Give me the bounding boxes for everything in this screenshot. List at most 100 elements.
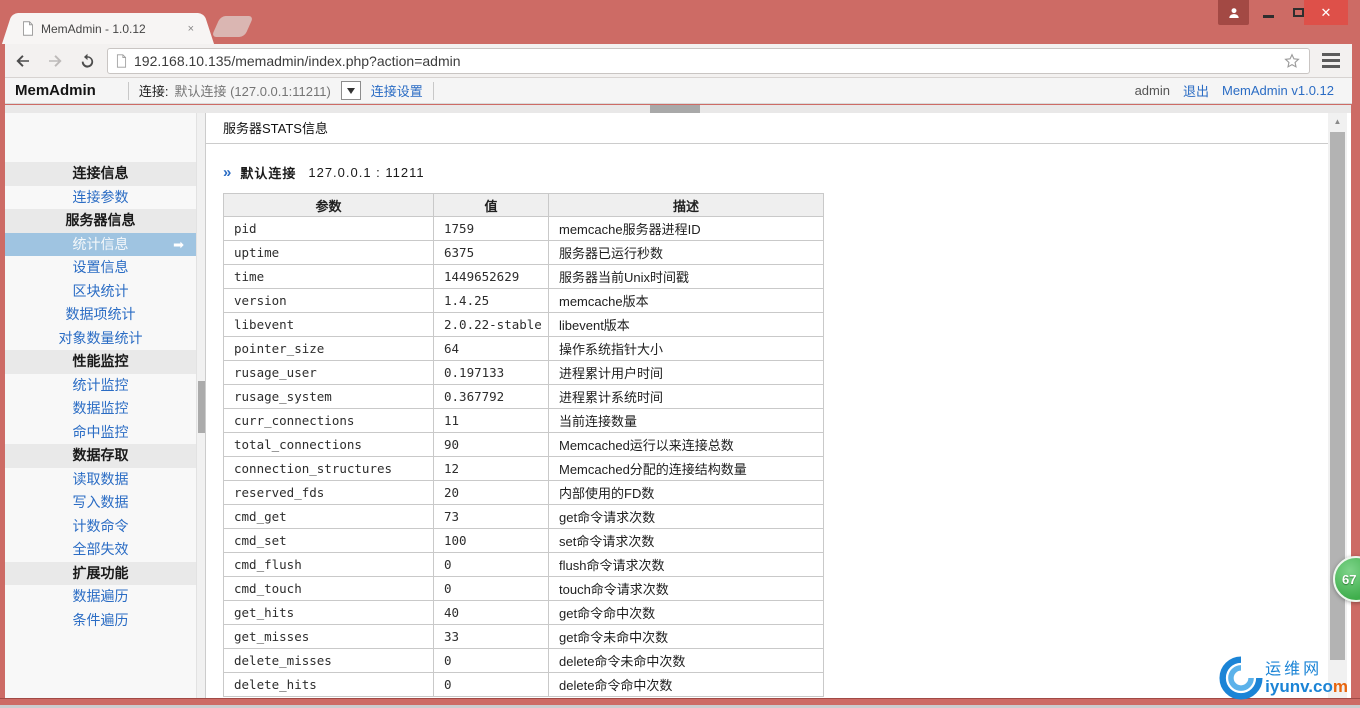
vertical-scrollbar[interactable]: ▲ bbox=[1328, 113, 1347, 698]
sidebar-item-label: 全部失效 bbox=[72, 541, 129, 557]
stats-table-body: pid 1759 memcache服务器进程ID uptime 6375 服务器已运行秒数… bbox=[223, 216, 824, 697]
sidebar-item[interactable]: 计数命令 bbox=[5, 515, 196, 539]
sidebar-item[interactable]: 读取数据 bbox=[5, 468, 196, 492]
sidebar-item[interactable]: 设置信息 bbox=[5, 256, 196, 280]
sidebar-item[interactable]: 命中监控 bbox=[5, 421, 196, 445]
stat-value: 6375 bbox=[433, 240, 549, 265]
browser-tab[interactable]: MemAdmin - 1.0.12 × bbox=[14, 13, 202, 44]
tab-title: MemAdmin - 1.0.12 bbox=[41, 21, 146, 36]
stat-param: get_misses bbox=[223, 624, 434, 649]
sidebar-item[interactable]: 对象数量统计 bbox=[5, 327, 196, 351]
sidebar-item[interactable]: 数据监控 bbox=[5, 397, 196, 421]
sidebar-scrollbar[interactable] bbox=[196, 113, 205, 698]
minimize-icon bbox=[1262, 15, 1274, 18]
table-row: delete_misses 0 delete命令未命中次数 bbox=[223, 648, 824, 673]
chevron-down-icon bbox=[346, 87, 355, 94]
table-row: pointer_size 64 操作系统指针大小 bbox=[223, 336, 824, 361]
table-row: pid 1759 memcache服务器进程ID bbox=[223, 216, 824, 241]
page-icon bbox=[23, 21, 33, 36]
sidebar-item[interactable]: 条件遍历 bbox=[5, 609, 196, 633]
sidebar-item[interactable]: 数据遍历 bbox=[5, 585, 196, 609]
table-row: get_misses 33 get命令未命中次数 bbox=[223, 624, 824, 649]
sidebar-scrollbar-thumb[interactable] bbox=[198, 381, 205, 433]
stat-description: 服务器当前Unix时间戳 bbox=[548, 264, 824, 289]
stat-value: 0 bbox=[433, 672, 549, 697]
stat-param: time bbox=[223, 264, 434, 289]
table-row: curr_connections 11 当前连接数量 bbox=[223, 408, 824, 433]
close-icon: ✕ bbox=[1320, 4, 1332, 20]
sidebar-item[interactable]: 写入数据 bbox=[5, 491, 196, 515]
refresh-button[interactable] bbox=[73, 47, 101, 75]
back-button[interactable] bbox=[9, 47, 37, 75]
stat-param: rusage_user bbox=[223, 360, 434, 385]
sidebar-item[interactable]: 数据项统计 bbox=[5, 303, 196, 327]
app-logo: MemAdmin bbox=[15, 82, 96, 99]
bookmark-star-icon[interactable] bbox=[1283, 52, 1301, 70]
tab-close-icon[interactable]: × bbox=[188, 23, 194, 35]
stat-value: 100 bbox=[433, 528, 549, 553]
stat-description: Memcached运行以来连接总数 bbox=[548, 432, 824, 457]
logout-link[interactable]: 退出 bbox=[1183, 81, 1209, 100]
url-bar[interactable]: 192.168.10.135/memadmin/index.php?action… bbox=[107, 47, 1310, 74]
stat-description: delete命令命中次数 bbox=[548, 672, 824, 697]
sidebar-item-label: 设置信息 bbox=[72, 259, 129, 275]
new-tab-button[interactable] bbox=[211, 16, 254, 37]
stat-value: 11 bbox=[433, 408, 549, 433]
watermark: 运维网 iyunv.com bbox=[1219, 656, 1348, 700]
minimize-button[interactable] bbox=[1254, 0, 1282, 25]
selected-arrow-icon: ➡ bbox=[173, 236, 184, 252]
sidebar-item-label: 计数命令 bbox=[72, 517, 129, 534]
stat-param: cmd_touch bbox=[223, 576, 434, 601]
horizontal-scrollbar-thumb[interactable] bbox=[650, 105, 700, 113]
stat-value: 90 bbox=[433, 432, 549, 457]
close-button[interactable]: ✕ bbox=[1304, 0, 1348, 25]
sidebar-item[interactable]: 统计信息 ➡ bbox=[5, 232, 196, 256]
server-address: 127.0.0.1 : 11211 bbox=[308, 165, 425, 180]
sidebar-section-header: 数据存取 bbox=[5, 444, 196, 468]
sidebar-item-label: 连接信息 bbox=[72, 165, 129, 181]
scroll-up-icon[interactable]: ▲ bbox=[1328, 113, 1347, 130]
sidebar: 连接信息 连接参数 服务器信息 统计信息 ➡ 设置信息 区块统计 数据项统计 对象数量统计 性能监… bbox=[5, 113, 196, 698]
stat-description: get命令请求次数 bbox=[548, 504, 824, 529]
window-bottom-border bbox=[0, 698, 1360, 708]
sidebar-item[interactable]: 全部失效 bbox=[5, 538, 196, 562]
connection-settings-link[interactable]: 连接设置 bbox=[371, 81, 423, 100]
table-row: cmd_touch 0 touch命令请求次数 bbox=[223, 576, 824, 601]
server-name: 默认连接 bbox=[240, 166, 297, 181]
stat-value: 73 bbox=[433, 504, 549, 529]
stat-value: 0 bbox=[433, 552, 549, 577]
horizontal-scrollbar[interactable] bbox=[5, 105, 1351, 113]
url-text[interactable]: 192.168.10.135/memadmin/index.php?action… bbox=[134, 53, 1283, 69]
profile-button[interactable] bbox=[1218, 0, 1249, 25]
connection-dropdown[interactable] bbox=[340, 81, 361, 100]
menu-icon[interactable] bbox=[1318, 48, 1344, 74]
stat-value: 20 bbox=[433, 480, 549, 505]
maximize-icon bbox=[1292, 8, 1304, 17]
stat-description: flush命令请求次数 bbox=[548, 552, 824, 577]
page-icon bbox=[116, 53, 127, 68]
stat-value: 0.367792 bbox=[433, 384, 549, 409]
stat-value: 2.0.22-stable bbox=[433, 312, 549, 337]
stat-param: uptime bbox=[223, 240, 434, 265]
stat-param: delete_misses bbox=[223, 648, 434, 673]
sidebar-item-label: 连接参数 bbox=[72, 188, 129, 205]
stat-value: 0 bbox=[433, 648, 549, 673]
stat-description: set命令请求次数 bbox=[548, 528, 824, 553]
table-row: libevent 2.0.22-stable libevent版本 bbox=[223, 312, 824, 337]
badge-count: 67 bbox=[1342, 571, 1357, 587]
sidebar-item-label: 服务器信息 bbox=[65, 212, 136, 228]
forward-button[interactable] bbox=[41, 47, 69, 75]
sidebar-item-label: 统计监控 bbox=[72, 376, 129, 393]
sidebar-item[interactable]: 统计监控 bbox=[5, 374, 196, 398]
sidebar-item-label: 读取数据 bbox=[72, 470, 129, 487]
sidebar-item[interactable]: 区块统计 bbox=[5, 280, 196, 304]
double-chevron-icon: » bbox=[223, 164, 232, 181]
stat-description: libevent版本 bbox=[548, 312, 824, 337]
table-row: cmd_flush 0 flush命令请求次数 bbox=[223, 552, 824, 577]
stats-column-header: 描述 bbox=[548, 193, 824, 217]
stat-param: cmd_set bbox=[223, 528, 434, 553]
stat-description: memcache服务器进程ID bbox=[548, 216, 824, 241]
sidebar-item[interactable]: 连接参数 bbox=[5, 186, 196, 210]
stat-description: 服务器已运行秒数 bbox=[548, 240, 824, 265]
version-link[interactable]: MemAdmin v1.0.12 bbox=[1222, 83, 1334, 98]
